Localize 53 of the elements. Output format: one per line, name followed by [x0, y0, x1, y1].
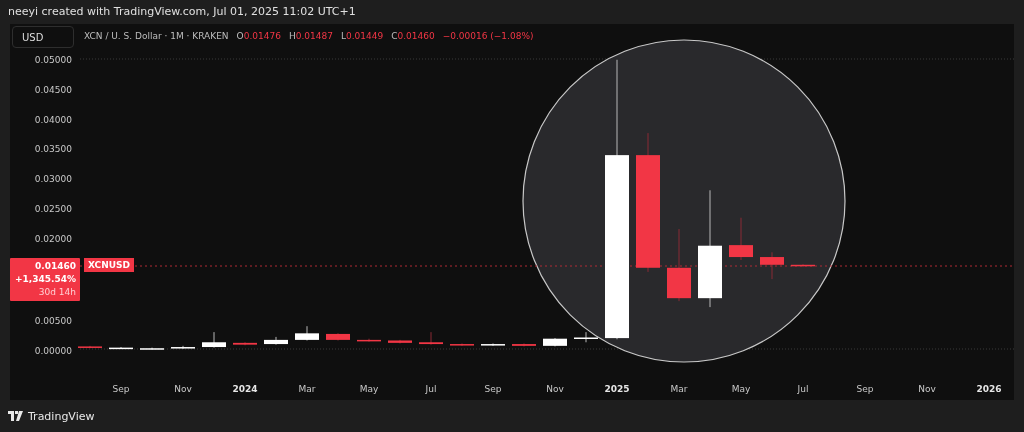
y-axis-label: 0.02500: [34, 204, 72, 214]
candlestick: [78, 345, 102, 349]
candlestick: [729, 217, 753, 261]
x-axis-label: Nov: [174, 384, 192, 394]
candlestick: [295, 325, 319, 341]
candlestick: [419, 331, 443, 346]
candlestick: [326, 332, 350, 341]
ohlc-value: H0.01487: [288, 31, 333, 41]
candlestick: [202, 331, 226, 349]
y-axis-label: 0.00000: [34, 345, 72, 356]
price-change: −0.00016 (−1.08%): [442, 31, 534, 41]
candlestick: [543, 337, 567, 347]
x-axis-label: May: [731, 384, 751, 394]
candlestick: [388, 339, 412, 344]
x-axis-label: Jul: [425, 384, 437, 394]
y-axis-label: 0.03500: [34, 144, 72, 155]
x-axis-label: Sep: [484, 384, 502, 394]
x-axis-label: 2025: [604, 384, 630, 394]
x-axis-label: May: [359, 384, 379, 394]
x-axis-label: 2026: [976, 384, 1002, 394]
candlestick: [233, 341, 257, 346]
x-axis-label: Mar: [298, 384, 316, 394]
y-axis-label: 0.02000: [34, 233, 72, 244]
price-tag: 0.01460 +1,345.54% 30d 14h: [10, 258, 80, 301]
y-axis-label: 0.00500: [34, 316, 72, 326]
candlestick: [109, 346, 133, 350]
x-axis-label: Jul: [797, 384, 809, 394]
x-axis-label: Mar: [670, 384, 688, 394]
candlestick: [760, 251, 784, 280]
logo-text: TradingView: [28, 409, 95, 423]
candlestick: [791, 263, 815, 268]
logo-icon: [8, 411, 24, 421]
currency-button[interactable]: USD: [12, 26, 74, 48]
ohlc-value: C0.01460: [391, 31, 435, 41]
candlestick: [357, 338, 381, 343]
y-axis-label: 0.05000: [34, 55, 72, 65]
ohlc-value: L0.01449: [340, 31, 384, 41]
x-axis-label: Sep: [856, 384, 874, 394]
candlestick: [140, 347, 164, 350]
y-axis-label: 0.03000: [34, 174, 72, 185]
y-axis-label: 0.04000: [34, 114, 72, 125]
candlestick: [171, 345, 195, 350]
ohlc-value: O0.01476: [236, 31, 281, 41]
x-axis-label: Sep: [112, 384, 130, 394]
x-axis-label: Nov: [546, 384, 564, 394]
symbol-title: XCN / U. S. Dollar · 1M · KRAKEN: [84, 31, 229, 41]
candlestick: [574, 331, 598, 343]
x-axis-label: 2024: [232, 384, 258, 394]
symbol-tag: XCNUSD: [84, 258, 135, 272]
attribution-text: neeyi created with TradingView.com, Jul 01, 2025 11:02 UTC+1: [7, 4, 357, 20]
candlestick: [264, 336, 288, 346]
y-axis-label: 0.04500: [34, 84, 72, 95]
x-axis-label: Nov: [918, 384, 936, 394]
